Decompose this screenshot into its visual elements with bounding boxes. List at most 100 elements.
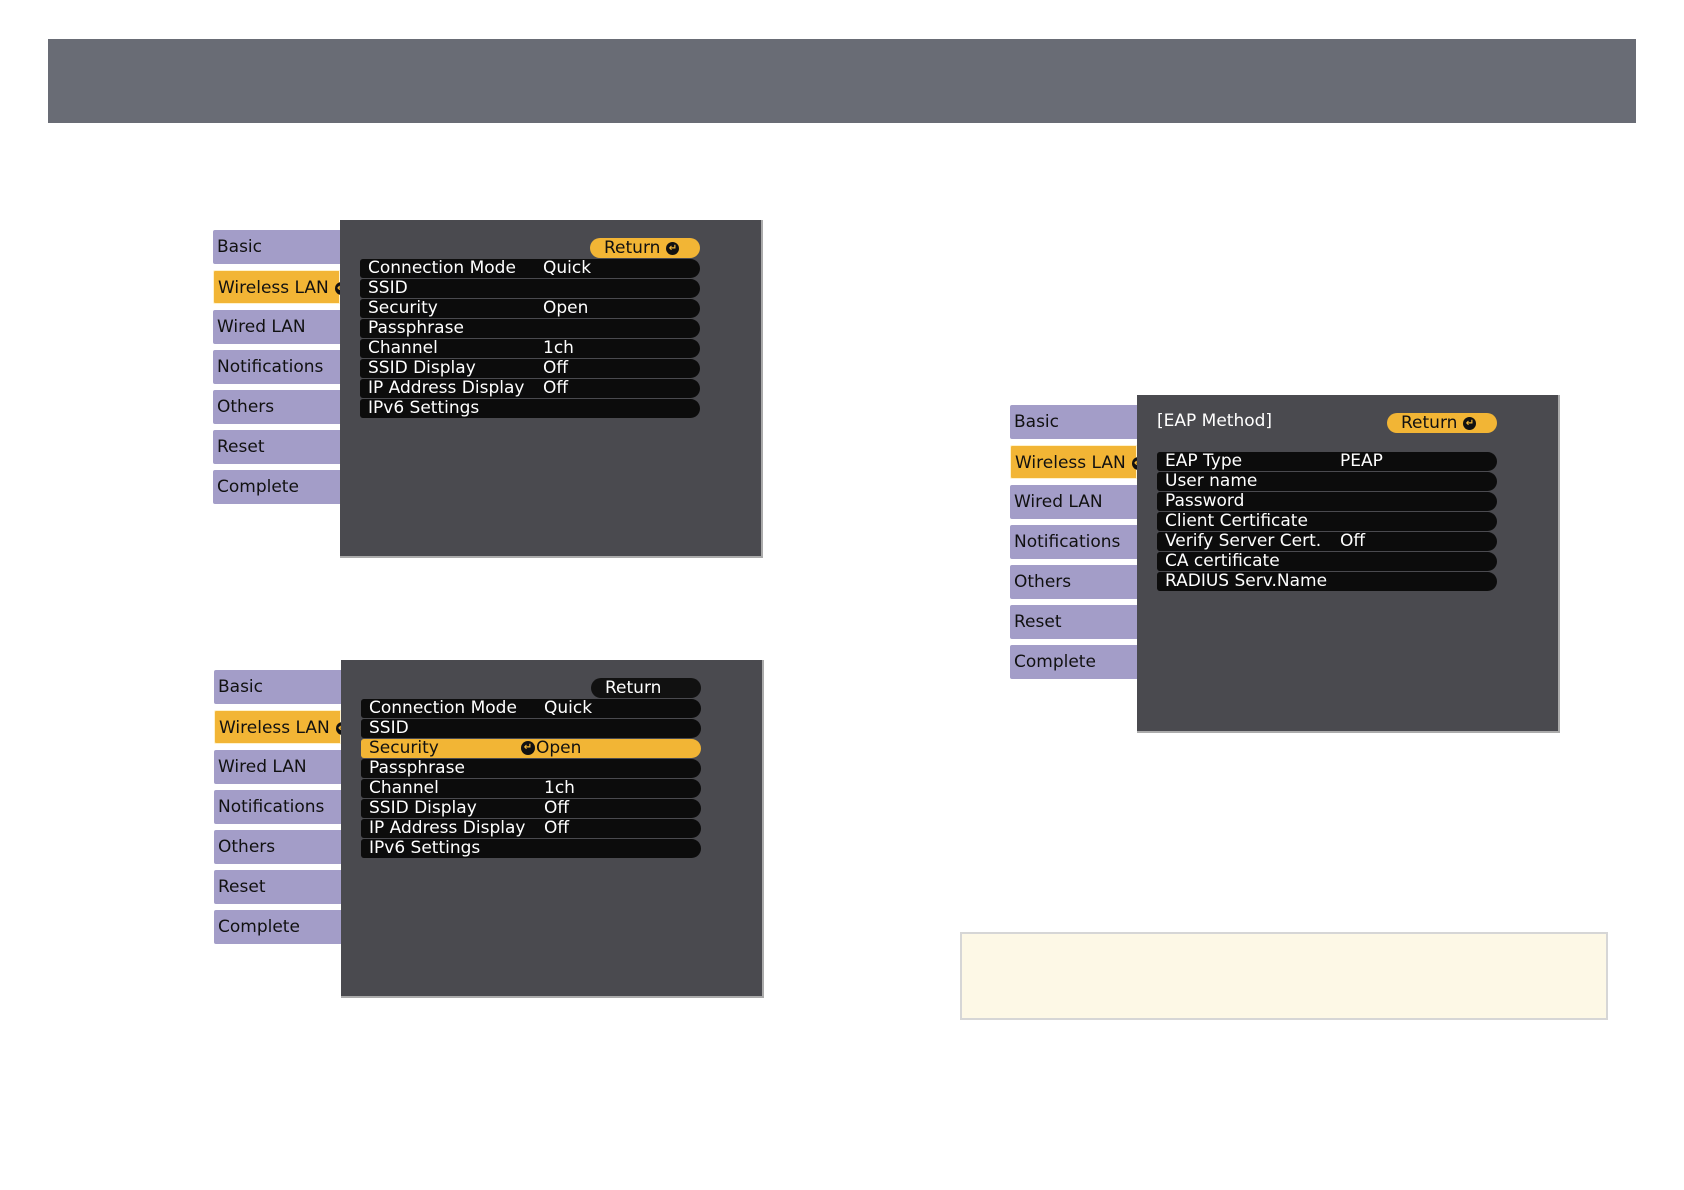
row-value: PEAP xyxy=(1340,452,1383,471)
tab-reset[interactable]: Reset xyxy=(213,430,340,464)
return-label: Return xyxy=(604,238,661,258)
tab-label: Complete xyxy=(1014,652,1096,672)
menu-row-passphrase[interactable]: Passphrase xyxy=(361,759,701,778)
menu-row-user-name[interactable]: User name xyxy=(1157,472,1497,491)
tab-label: Complete xyxy=(217,477,299,497)
row-value: Off xyxy=(543,379,568,398)
tab-notifications[interactable]: Notifications xyxy=(1010,525,1137,559)
menu-row-ip-address-display[interactable]: IP Address Display Off xyxy=(361,819,701,838)
menu-row-ssid[interactable]: SSID xyxy=(361,719,701,738)
row-value: Off xyxy=(543,359,568,378)
row-value: 1ch xyxy=(543,339,574,358)
row-value-text: 1ch xyxy=(543,338,574,358)
row-value-text: Quick xyxy=(543,258,592,278)
menu-row-client-certificate[interactable]: Client Certificate xyxy=(1157,512,1497,531)
tab-label: Wired LAN xyxy=(218,757,307,777)
tab-label: Complete xyxy=(218,917,300,937)
tab-label: Others xyxy=(217,397,275,417)
row-value-text: Open xyxy=(536,738,582,758)
menu-row-security[interactable]: Security ↵ Open xyxy=(361,739,701,758)
row-value: Open xyxy=(543,299,588,318)
row-value-text: Off xyxy=(544,798,570,818)
row-label: RADIUS Serv.Name xyxy=(1165,571,1328,591)
tab-complete[interactable]: Complete xyxy=(213,470,340,504)
tab-wireless-lan[interactable]: Wireless LAN↵ xyxy=(214,710,349,744)
row-label: Passphrase xyxy=(369,758,465,778)
enter-icon: ↵ xyxy=(521,741,535,755)
row-label: Verify Server Cert. xyxy=(1165,531,1322,551)
tab-label: Reset xyxy=(218,877,266,897)
tab-others[interactable]: Others xyxy=(213,390,340,424)
tab-label: Basic xyxy=(217,237,263,257)
tab-basic[interactable]: Basic xyxy=(213,230,340,264)
menu-row-ssid-display[interactable]: SSID Display Off xyxy=(360,359,700,378)
tab-complete[interactable]: Complete xyxy=(214,910,341,944)
row-value-text: PEAP xyxy=(1340,451,1383,471)
tab-wired-lan[interactable]: Wired LAN xyxy=(1010,485,1137,519)
panel-title: [EAP Method] xyxy=(1157,411,1273,431)
tab-label: Basic xyxy=(218,677,264,697)
return-button[interactable]: Return xyxy=(591,678,701,698)
row-label: Channel xyxy=(368,338,438,358)
row-value: Off xyxy=(544,799,569,818)
tab-label: Wired LAN xyxy=(217,317,306,337)
menu-row-ca-certificate[interactable]: CA certificate xyxy=(1157,552,1497,571)
osd-menu-security-selected: Basic Wireless LAN↵ Wired LAN Notifications… xyxy=(214,660,764,1000)
tab-label: Reset xyxy=(217,437,265,457)
row-label: SSID xyxy=(368,278,408,298)
settings-panel: Return ↵ Connection Mode Quick SSID Security… xyxy=(340,220,763,558)
row-value: Off xyxy=(1340,532,1365,551)
tab-wired-lan[interactable]: Wired LAN xyxy=(214,750,341,784)
row-label: IPv6 Settings xyxy=(369,838,481,858)
tab-others[interactable]: Others xyxy=(214,830,341,864)
menu-row-verify-server-cert[interactable]: Verify Server Cert. Off xyxy=(1157,532,1497,551)
osd-menu-wireless-lan: Basic Wireless LAN↵ Wired LAN Notifications… xyxy=(213,220,763,560)
tab-notifications[interactable]: Notifications xyxy=(213,350,340,384)
menu-row-ipv6-settings[interactable]: IPv6 Settings xyxy=(360,399,700,418)
tab-label: Notifications xyxy=(218,797,325,817)
row-label: Security xyxy=(368,298,438,318)
tab-wired-lan[interactable]: Wired LAN xyxy=(213,310,340,344)
tab-others[interactable]: Others xyxy=(1010,565,1137,599)
settings-panel: [EAP Method] Return ↵ EAP Type PEAP User na… xyxy=(1137,395,1560,733)
enter-icon: ↵ xyxy=(1463,416,1477,430)
menu-row-security[interactable]: Security Open xyxy=(360,299,700,318)
tab-label: Wireless LAN xyxy=(1015,453,1126,473)
row-value-text: Off xyxy=(543,358,569,378)
menu-row-ssid-display[interactable]: SSID Display Off xyxy=(361,799,701,818)
tab-label: Wired LAN xyxy=(1014,492,1103,512)
menu-row-radius-serv-name[interactable]: RADIUS Serv.Name xyxy=(1157,572,1497,591)
tab-complete[interactable]: Complete xyxy=(1010,645,1137,679)
tab-basic[interactable]: Basic xyxy=(214,670,341,704)
menu-row-connection-mode[interactable]: Connection Mode Quick xyxy=(361,699,701,718)
tab-wireless-lan[interactable]: Wireless LAN↵ xyxy=(1010,445,1145,479)
tab-basic[interactable]: Basic xyxy=(1010,405,1137,439)
tab-label: Others xyxy=(218,837,276,857)
tab-label: Notifications xyxy=(217,357,324,377)
tab-reset[interactable]: Reset xyxy=(1010,605,1137,639)
return-button[interactable]: Return ↵ xyxy=(1387,413,1497,433)
row-label: Security xyxy=(369,738,439,758)
row-value: Off xyxy=(544,819,569,838)
tab-wireless-lan[interactable]: Wireless LAN↵ xyxy=(213,270,348,304)
row-label: Client Certificate xyxy=(1165,511,1308,531)
menu-row-channel[interactable]: Channel 1ch xyxy=(361,779,701,798)
menu-row-connection-mode[interactable]: Connection Mode Quick xyxy=(360,259,700,278)
row-value-text: Off xyxy=(544,818,570,838)
menu-row-ipv6-settings[interactable]: IPv6 Settings xyxy=(361,839,701,858)
row-label: EAP Type xyxy=(1165,451,1243,471)
menu-row-eap-type[interactable]: EAP Type PEAP xyxy=(1157,452,1497,471)
row-label: IPv6 Settings xyxy=(368,398,480,418)
tab-reset[interactable]: Reset xyxy=(214,870,341,904)
menu-row-ssid[interactable]: SSID xyxy=(360,279,700,298)
note-box xyxy=(960,932,1608,1020)
menu-row-ip-address-display[interactable]: IP Address Display Off xyxy=(360,379,700,398)
return-button[interactable]: Return ↵ xyxy=(590,238,700,258)
menu-row-passphrase[interactable]: Passphrase xyxy=(360,319,700,338)
tab-label: Others xyxy=(1014,572,1072,592)
row-value-text: Off xyxy=(1340,531,1366,551)
header-banner xyxy=(48,39,1636,123)
menu-row-channel[interactable]: Channel 1ch xyxy=(360,339,700,358)
tab-notifications[interactable]: Notifications xyxy=(214,790,341,824)
menu-row-password[interactable]: Password xyxy=(1157,492,1497,511)
